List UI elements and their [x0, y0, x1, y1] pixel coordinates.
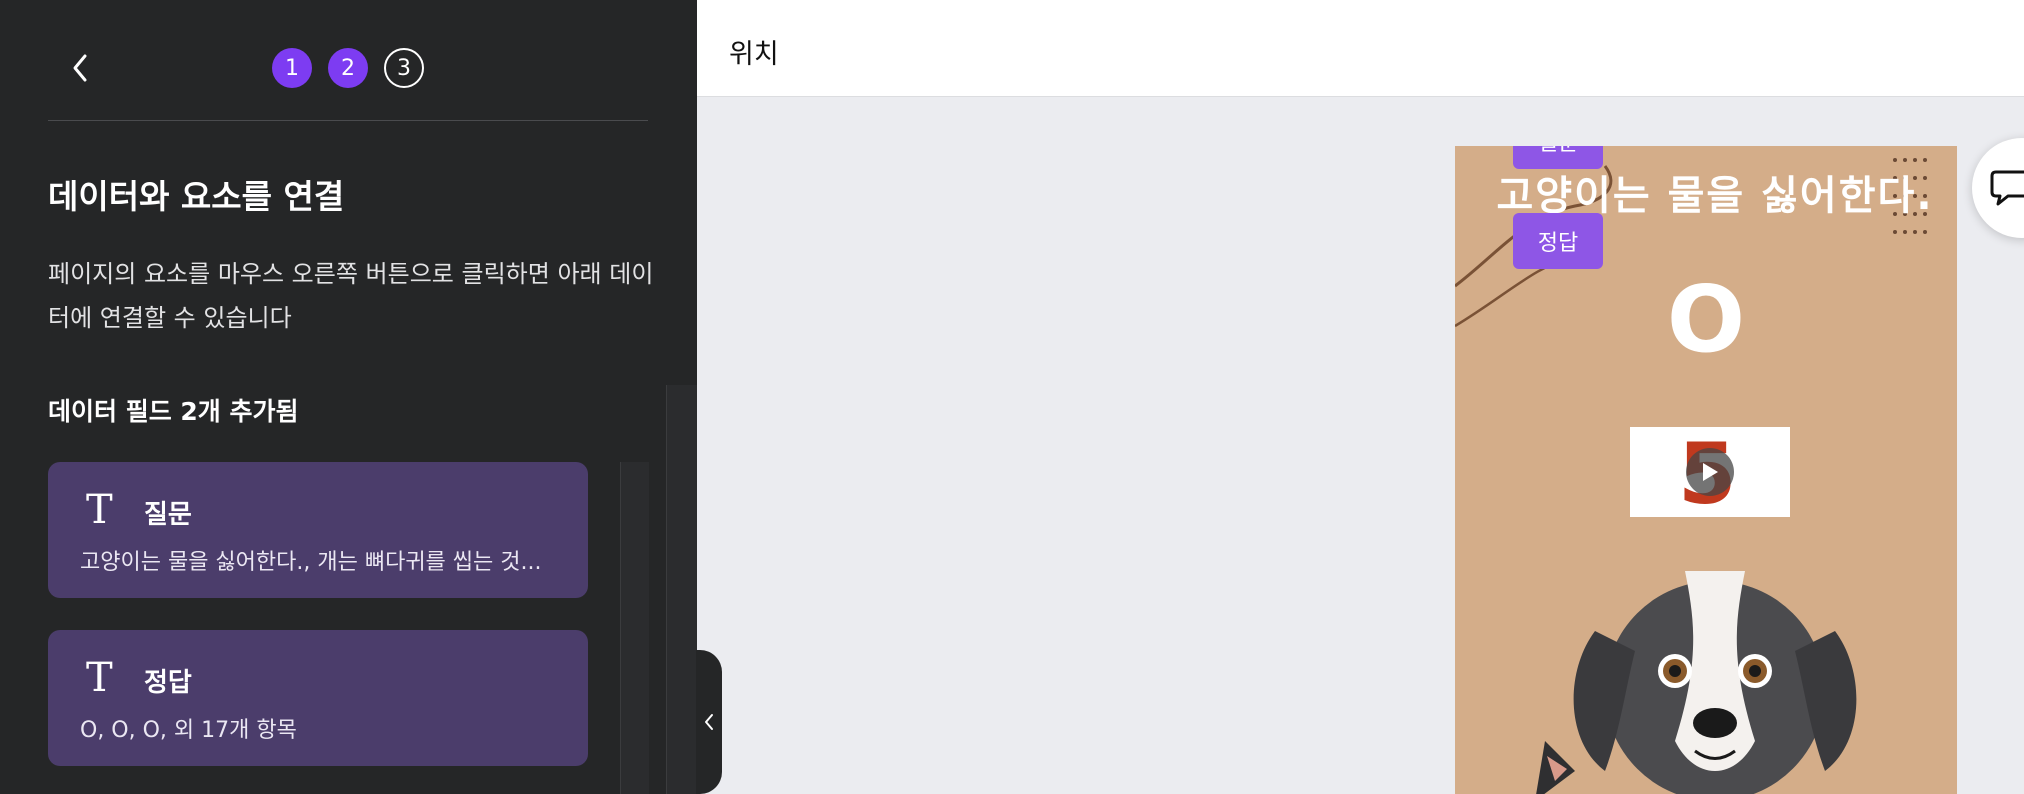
- comment-button[interactable]: [1972, 138, 2024, 238]
- data-field-card-answer[interactable]: T 정답 O, O, O, 외 17개 항목: [48, 630, 588, 766]
- chevron-left-icon: [705, 714, 713, 730]
- data-tag-answer[interactable]: 정답: [1513, 213, 1603, 269]
- question-text[interactable]: 고양이는 물을 싫어한다.: [1495, 174, 1935, 218]
- collapse-panel-button[interactable]: [696, 650, 722, 794]
- panel-scrollbar[interactable]: [666, 385, 697, 794]
- top-bar: 위치: [697, 0, 2024, 97]
- step-1: 1: [272, 48, 312, 88]
- field-name: 정답: [144, 668, 192, 698]
- text-type-icon: T: [86, 655, 113, 701]
- play-icon: [1703, 463, 1718, 481]
- panel-title: 데이터와 요소를 연결: [48, 177, 345, 216]
- page-title: 위치: [729, 39, 779, 70]
- answer-text[interactable]: O: [1455, 266, 1957, 373]
- comment-icon: [1990, 170, 2024, 206]
- step-indicator: 1 2 3: [272, 48, 424, 88]
- divider: [48, 120, 648, 121]
- play-button[interactable]: [1686, 448, 1734, 496]
- fields-count-label: 데이터 필드 2개 추가됨: [48, 397, 299, 426]
- design-page[interactable]: 고양이는 물을 싫어한다. O 5 질문 정답: [1455, 146, 1957, 794]
- data-connect-panel: 1 2 3 데이터와 요소를 연결 페이지의 요소를 마우스 오른쪽 버튼으로 …: [0, 0, 697, 794]
- field-value-preview: O, O, O, 외 17개 항목: [80, 718, 297, 743]
- back-button[interactable]: [64, 48, 96, 88]
- scrollbar-track[interactable]: [620, 462, 649, 794]
- text-type-icon: T: [86, 487, 113, 533]
- field-name: 질문: [144, 500, 192, 530]
- field-value-preview: 고양이는 물을 싫어한다., 개는 뼈다귀를 씹는 것...: [80, 550, 542, 575]
- panel-description: 페이지의 요소를 마우스 오른쪽 버튼으로 클릭하면 아래 데이터에 연결할 수…: [48, 260, 654, 332]
- dog-illustration[interactable]: [1525, 541, 1905, 794]
- data-tag-question[interactable]: 질문: [1513, 146, 1603, 169]
- chevron-left-icon: [73, 54, 87, 82]
- step-3: 3: [384, 48, 424, 88]
- data-field-card-question[interactable]: T 질문 고양이는 물을 싫어한다., 개는 뼈다귀를 씹는 것...: [48, 462, 588, 598]
- countdown-video[interactable]: 5: [1630, 425, 1790, 523]
- step-2: 2: [328, 48, 368, 88]
